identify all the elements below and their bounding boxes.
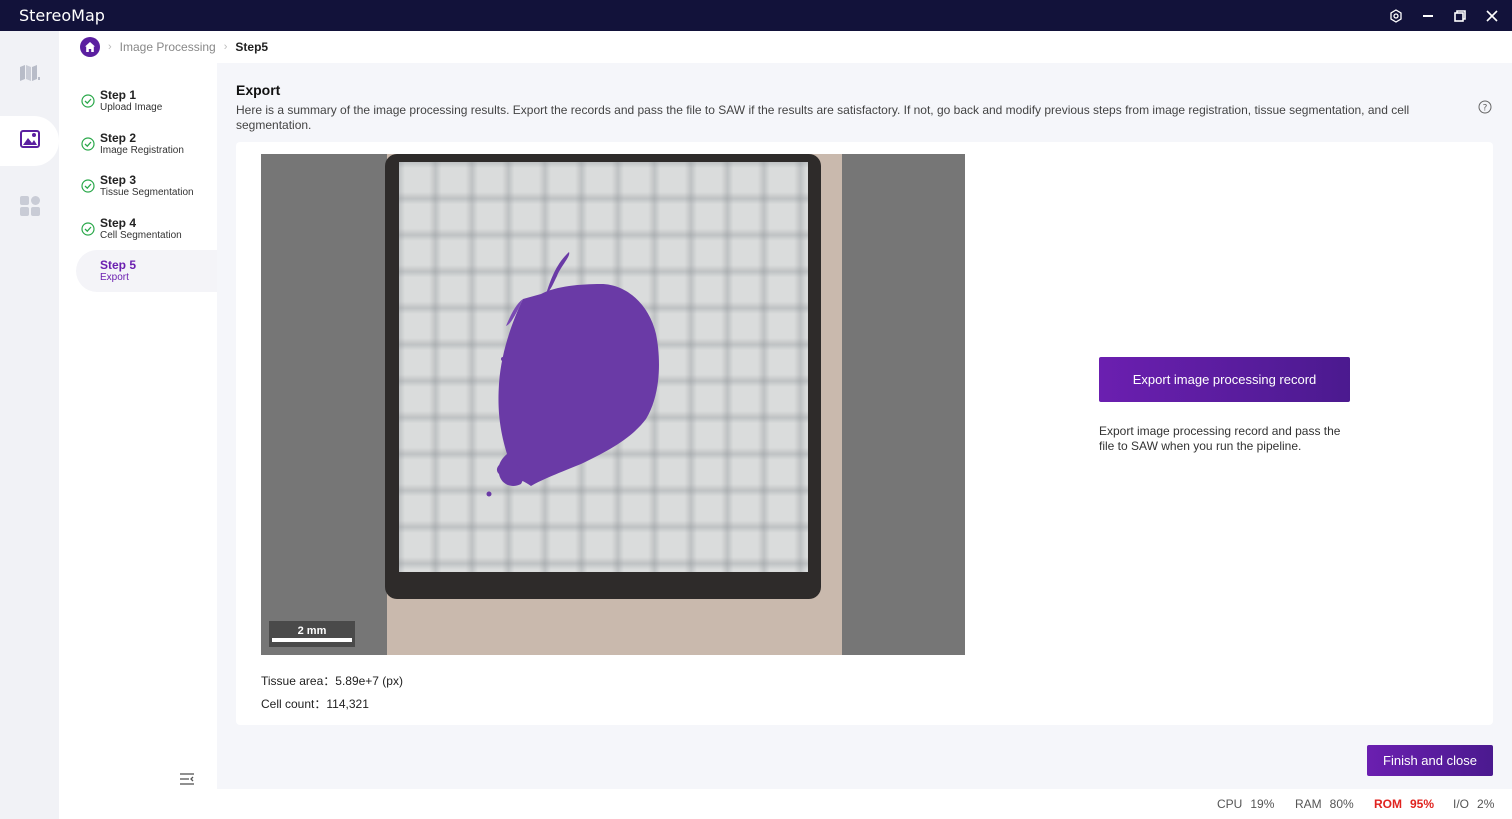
rail-item-apps[interactable]: [0, 183, 59, 233]
status-value: 2%: [1477, 797, 1495, 811]
breadcrumb-image-processing[interactable]: Image Processing: [120, 40, 216, 54]
status-label: RAM: [1295, 797, 1322, 811]
image-icon: [19, 129, 40, 154]
home-icon: [85, 42, 95, 52]
step-subtitle: Tissue Segmentation: [100, 187, 194, 198]
scale-bar-line: [272, 638, 352, 642]
restore-icon[interactable]: [1452, 8, 1468, 24]
step-title: Step 4: [100, 216, 137, 230]
map-icon: [19, 64, 41, 87]
check-circle-icon: [81, 137, 95, 151]
page-description: Here is a summary of the image processin…: [236, 103, 1410, 132]
nav-rail: [0, 31, 59, 819]
apps-icon: [19, 195, 40, 221]
check-circle-icon: [81, 222, 95, 236]
step-title: Step 1: [100, 88, 137, 102]
page-title: Export: [236, 82, 281, 98]
breadcrumb: › Image Processing › Step5: [59, 31, 1512, 63]
step-item-1[interactable]: Step 1 Upload Image: [76, 80, 217, 122]
check-circle-icon: [81, 94, 95, 108]
status-value: 80%: [1329, 797, 1354, 811]
export-record-button[interactable]: Export image processing record: [1099, 357, 1350, 402]
step-item-3[interactable]: Step 3 Tissue Segmentation: [76, 165, 217, 207]
export-card: 2 mm Tissue area：5.89e+7 (px) Cell count…: [236, 142, 1493, 725]
status-value: 95%: [1410, 797, 1435, 811]
chevron-right-icon: ›: [108, 41, 112, 53]
cell-count-label: Cell count：: [261, 697, 327, 711]
close-icon[interactable]: [1484, 8, 1500, 24]
status-label: I/O: [1453, 797, 1470, 811]
breadcrumb-current: Step5: [235, 40, 269, 54]
step-subtitle: Upload Image: [100, 102, 163, 113]
tissue-image-preview[interactable]: 2 mm: [261, 154, 965, 655]
tissue-area-value: 5.89e+7 (px): [335, 674, 403, 688]
step-item-4[interactable]: Step 4 Cell Segmentation: [76, 208, 217, 250]
step-subtitle: Export: [100, 272, 129, 283]
export-description: Export image processing record and pass …: [1099, 424, 1341, 453]
status-rom: ROM 95%: [1374, 797, 1434, 811]
step-title: Step 3: [100, 173, 137, 187]
scale-bar-label: 2 mm: [297, 625, 327, 637]
tissue-image: [486, 252, 659, 497]
tissue-area-label: Tissue area：: [261, 674, 336, 688]
step-item-2[interactable]: Step 2 Image Registration: [76, 123, 217, 165]
status-bar: CPU 19% RAM 80% ROM 95% I/O 2%: [59, 789, 1512, 819]
status-cpu: CPU 19%: [1217, 797, 1274, 811]
main-content: Export Here is a summary of the image pr…: [217, 63, 1512, 789]
check-circle-icon: [81, 179, 95, 193]
title-bar: StereoMap: [0, 0, 1512, 31]
rail-item-map[interactable]: [0, 50, 59, 100]
status-ram: RAM 80%: [1295, 797, 1354, 811]
steps-sidebar: Step 1 Upload Image Step 2 Image Registrat…: [59, 63, 217, 789]
status-value: 19%: [1250, 797, 1275, 811]
step-title: Step 5: [100, 258, 137, 272]
window-controls: [1388, 0, 1500, 31]
tissue-area-stat: Tissue area：5.89e+7 (px): [261, 672, 403, 689]
help-icon[interactable]: ?: [1478, 100, 1492, 119]
cell-count-stat: Cell count：114,321: [261, 695, 369, 712]
step-item-5[interactable]: Step 5 Export: [76, 250, 217, 292]
step-subtitle: Cell Segmentation: [100, 230, 182, 241]
settings-icon[interactable]: [1388, 8, 1404, 24]
home-button[interactable]: [80, 37, 100, 57]
status-label: CPU: [1217, 797, 1243, 811]
step-subtitle: Image Registration: [100, 145, 184, 156]
scale-bar: 2 mm: [269, 621, 355, 647]
app-title: StereoMap: [19, 6, 105, 25]
finish-and-close-button[interactable]: Finish and close: [1367, 745, 1493, 776]
chevron-right-icon: ›: [223, 41, 228, 53]
rail-item-image-processing[interactable]: [0, 116, 59, 166]
svg-text:?: ?: [1483, 104, 1488, 114]
status-io: I/O 2%: [1453, 797, 1494, 811]
step-title: Step 2: [100, 131, 137, 145]
status-label: ROM: [1374, 797, 1402, 811]
cell-count-value: 114,321: [326, 697, 369, 711]
minimize-icon[interactable]: [1420, 8, 1436, 24]
